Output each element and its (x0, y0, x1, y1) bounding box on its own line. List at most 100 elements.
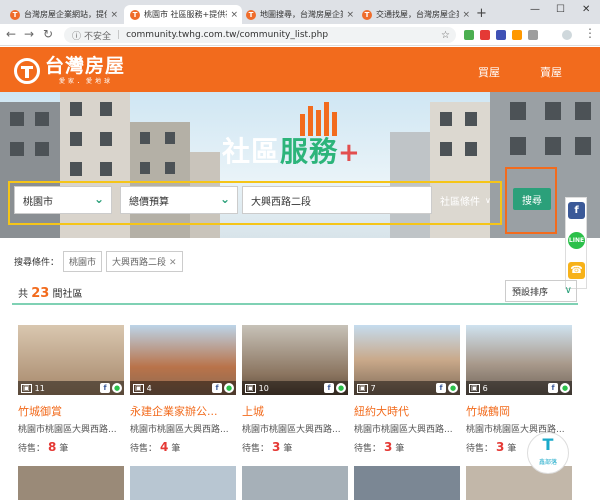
line-icon[interactable]: ● (336, 383, 346, 393)
watermark-icon: T (542, 435, 554, 454)
extension-icon[interactable] (512, 30, 522, 40)
browser-tab[interactable]: T 台灣房屋企業網站，提供 × (4, 5, 122, 24)
line-icon[interactable]: ● (448, 383, 458, 393)
community-card[interactable]: ▣ 7 f ● 紐約大時代 桃園市桃園區大興西路... 待售： 3 筆 (354, 325, 460, 454)
sort-select[interactable]: 預設排序 ∨ (505, 280, 577, 302)
new-tab-button[interactable]: + (476, 6, 487, 21)
photo-count: 7 (370, 383, 376, 393)
forward-icon[interactable]: → (24, 27, 34, 41)
facebook-icon[interactable]: f (548, 383, 558, 393)
info-icon[interactable]: ⓘ (72, 29, 81, 42)
conditions-label: 搜尋條件： (14, 258, 60, 268)
close-tab-icon[interactable]: × (462, 10, 470, 20)
facebook-icon[interactable]: f (436, 383, 446, 393)
community-card[interactable]: ▣ 11 f ● 竹城御賞 桃園市桃園區大興西路... 待售： 8 筆 (18, 325, 124, 454)
browser-tab[interactable]: T 地圖搜尋，台灣房屋企業 × (240, 5, 358, 24)
results-divider (12, 303, 578, 305)
extension-icon[interactable] (464, 30, 474, 40)
close-tab-icon[interactable]: × (230, 10, 238, 20)
line-icon[interactable]: LINE (568, 232, 585, 249)
extension-icon[interactable] (480, 30, 490, 40)
sale-number: 4 (160, 440, 169, 454)
tab-title: 桃園市 社區服務+提供社 (144, 10, 228, 19)
reload-icon[interactable]: ↻ (43, 27, 53, 41)
tab-title: 台灣房屋企業網站，提供 (24, 10, 108, 19)
facebook-icon[interactable]: f (568, 202, 585, 219)
sale-unit: 筆 (171, 444, 181, 454)
line-icon[interactable]: ● (112, 383, 122, 393)
site-header: 台灣房屋 愛家．愛地球 買屋 賣屋 (0, 47, 600, 92)
banner-title-plus: + (338, 138, 361, 168)
result-suffix: 間社區 (52, 289, 83, 300)
photo-icon: ▣ (133, 383, 144, 393)
community-conditions-dropdown[interactable]: 社區條件 ∨ (440, 186, 502, 214)
browser-tab[interactable]: T 交通找屋，台灣房屋企業 × (356, 5, 474, 24)
sale-unit: 筆 (507, 444, 517, 454)
back-icon[interactable]: ← (6, 27, 16, 41)
budget-select[interactable]: 總價預算 ⌄ (120, 186, 238, 214)
line-icon[interactable]: ● (224, 383, 234, 393)
watermark-logo: T 鑫部落 (527, 432, 569, 474)
for-sale-count: 待售： 3 筆 (354, 440, 460, 454)
community-photo[interactable]: ▣ 6 f ● (466, 325, 572, 395)
logo-tagline: 愛家．愛地球 (59, 78, 114, 85)
menu-kebab-icon[interactable]: ⋮ (584, 26, 596, 40)
extension-icon[interactable] (528, 30, 538, 40)
line-icon[interactable]: ● (560, 383, 570, 393)
community-photo[interactable] (130, 466, 236, 500)
maximize-icon[interactable]: ☐ (556, 4, 565, 15)
community-photo[interactable]: ▣ 7 f ● (354, 325, 460, 395)
sale-number: 3 (384, 440, 393, 454)
facebook-icon[interactable]: f (324, 383, 334, 393)
community-name[interactable]: 上城 (242, 403, 348, 419)
community-photo[interactable]: ▣ 4 f ● (130, 325, 236, 395)
community-name[interactable]: 竹城鶴岡 (466, 403, 572, 419)
sale-label: 待售： (466, 444, 494, 454)
sort-select-value: 預設排序 (512, 287, 549, 298)
bookmark-star-icon[interactable]: ☆ (441, 30, 450, 41)
address-input[interactable]: 大興西路二段 (242, 186, 432, 214)
close-tab-icon[interactable]: × (346, 10, 354, 20)
sale-unit: 筆 (59, 444, 69, 454)
community-address: 桃園市桃園區大興西路... (242, 425, 341, 435)
filter-chip-label: 桃園市 (69, 258, 97, 268)
sale-label: 待售： (242, 444, 270, 454)
community-photo[interactable] (242, 466, 348, 500)
url-input[interactable]: ⓘ 不安全 | community.twhg.com.tw/community_… (64, 27, 456, 43)
city-select[interactable]: 桃園市 ⌄ (14, 186, 112, 214)
minimize-icon[interactable]: — (530, 4, 540, 15)
site-favicon-icon: T (362, 9, 372, 20)
community-photo[interactable] (18, 466, 124, 500)
photo-icon: ▣ (21, 383, 32, 393)
community-card[interactable]: ▣ 10 f ● 上城 桃園市桃園區大興西路... 待售： 3 筆 (242, 325, 348, 454)
community-card[interactable]: ▣ 4 f ● 永建企業家辦公... 桃園市桃園區大興西路... 待售： 4 筆 (130, 325, 236, 454)
remove-filter-icon[interactable]: ✕ (169, 258, 177, 268)
photo-count: 4 (146, 383, 152, 393)
search-button[interactable]: 搜尋 (513, 188, 551, 210)
close-window-icon[interactable]: ✕ (582, 4, 590, 15)
community-name[interactable]: 紐約大時代 (354, 403, 460, 419)
facebook-icon[interactable]: f (100, 383, 110, 393)
filter-chip[interactable]: 大興西路二段 ✕ (106, 251, 183, 272)
result-prefix: 共 (18, 289, 28, 300)
facebook-icon[interactable]: f (212, 383, 222, 393)
community-photo[interactable] (354, 466, 460, 500)
site-logo[interactable]: 台灣房屋 愛家．愛地球 (14, 56, 125, 85)
profile-avatar-icon[interactable] (562, 30, 572, 40)
browser-tab-active[interactable]: T 桃園市 社區服務+提供社 × (124, 5, 242, 24)
share-sidebar: f LINE ☎ (565, 197, 587, 289)
logo-mark-icon (14, 57, 40, 84)
community-photo[interactable]: ▣ 10 f ● (242, 325, 348, 395)
community-name[interactable]: 竹城御賞 (18, 403, 124, 419)
community-name[interactable]: 永建企業家辦公... (130, 403, 236, 419)
filter-chip-label: 大興西路二段 (112, 258, 167, 268)
chevron-down-icon: ⌄ (219, 192, 230, 206)
filter-chip[interactable]: 桃園市 (63, 251, 103, 272)
close-tab-icon[interactable]: × (110, 10, 118, 20)
nav-sell-link[interactable]: 賣屋 (540, 64, 562, 80)
phone-icon[interactable]: ☎ (568, 262, 585, 279)
nav-buy-link[interactable]: 買屋 (478, 64, 500, 80)
extension-icon[interactable] (496, 30, 506, 40)
community-address: 桃園市桃園區大興西路... (354, 425, 453, 435)
community-photo[interactable]: ▣ 11 f ● (18, 325, 124, 395)
